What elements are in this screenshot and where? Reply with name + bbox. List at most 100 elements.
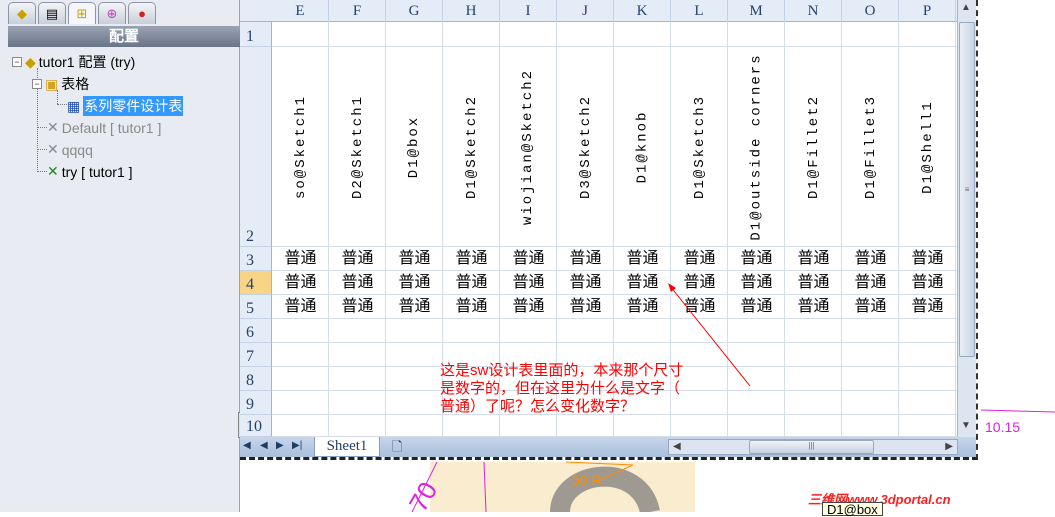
column-header-N[interactable]: N [785,0,842,22]
last-sheet-icon[interactable]: ▶| [292,440,302,451]
column-header-G[interactable]: G [386,0,443,22]
parameter-header-cell[interactable]: D1@outside corners [728,48,785,246]
table-cell[interactable]: 普通 [728,295,785,319]
table-cell[interactable]: 普通 [614,247,671,271]
parameter-header-cell[interactable]: D3@Sketch2 [557,48,614,246]
parameter-header-cell[interactable]: D1@box [386,48,443,246]
tree-design-table[interactable]: ▦ 系列零件设计表 [67,96,184,116]
column-header-O[interactable]: O [842,0,899,22]
table-cell[interactable]: 普通 [329,247,386,271]
collapse-toggle[interactable]: − [32,79,42,89]
table-cell[interactable]: 普通 [500,295,557,319]
table-cell[interactable]: 普通 [386,247,443,271]
row-header-3[interactable]: 3 [240,247,272,271]
table-cell[interactable]: 普通 [557,271,614,295]
display-manager-tab[interactable]: ● [128,2,156,24]
column-header-E[interactable]: E [272,0,329,22]
next-sheet-icon[interactable]: ▶ [276,440,284,451]
column-header-K[interactable]: K [614,0,671,22]
vertical-scrollbar[interactable]: ▲ ≡ ▼ [957,0,976,437]
parameter-header-cell[interactable]: D1@Shell1 [899,48,956,246]
row-header-7[interactable]: 7 [240,343,272,367]
table-cell[interactable]: 普通 [842,295,899,319]
prev-sheet-icon[interactable]: ◀ [260,440,268,451]
table-cell[interactable]: 普通 [671,295,728,319]
vertical-scroll-thumb[interactable]: ≡ [959,22,975,357]
parameter-header-cell[interactable]: D1@Fillet2 [785,48,842,246]
tables-label: 表格 [61,76,90,92]
table-cell[interactable]: 普通 [272,295,329,319]
table-cell[interactable]: 普通 [443,295,500,319]
feature-manager-tab[interactable]: ◆ [8,2,36,24]
parameter-header-cell[interactable]: D1@Fillet3 [842,48,899,246]
column-header-I[interactable]: I [500,0,557,22]
table-cell[interactable]: 普通 [443,271,500,295]
table-cell[interactable]: 普通 [557,247,614,271]
table-cell[interactable]: 普通 [728,271,785,295]
table-cell[interactable]: 普通 [329,295,386,319]
column-header-P[interactable]: P [899,0,956,22]
parameter-header-cell[interactable]: wiojian@Sketch2 [500,48,557,246]
table-cell[interactable]: 普通 [272,271,329,295]
configuration-manager-tab[interactable]: ⊞ [68,2,96,24]
tree-config-default[interactable]: ✕ Default [ tutor1 ] [47,119,161,136]
column-header-M[interactable]: M [728,0,785,22]
row-header-10[interactable]: 10 [240,415,272,437]
tree-config-try[interactable]: ✕ try [ tutor1 ] [47,163,133,180]
table-cell[interactable]: 普通 [614,271,671,295]
table-cell[interactable]: 普通 [785,247,842,271]
row-header-9[interactable]: 9 [240,391,272,415]
row-header-8[interactable]: 8 [240,367,272,391]
table-cell[interactable]: 普通 [842,247,899,271]
horizontal-scroll-thumb[interactable]: ||| [749,440,874,454]
table-cell[interactable]: 普通 [671,247,728,271]
dimxpert-manager-tab[interactable]: ⊕ [98,2,126,24]
scroll-left-icon[interactable]: ◀ [673,441,681,452]
tree-config-qqqq[interactable]: ✕ qqqq [47,141,93,158]
row-header-2[interactable]: 2 [240,47,272,247]
table-cell[interactable]: 普通 [329,271,386,295]
column-header-H[interactable]: H [443,0,500,22]
row-header-5[interactable]: 5 [240,295,272,319]
table-cell[interactable]: 普通 [899,247,956,271]
row-header-1[interactable]: 1 [240,22,272,47]
scroll-right-icon[interactable]: ▶ [945,441,953,452]
property-manager-tab[interactable]: ▤ [38,2,66,24]
parameter-header-cell[interactable]: D1@knob [614,48,671,246]
table-cell[interactable]: 普通 [614,295,671,319]
column-header-L[interactable]: L [671,0,728,22]
row-header-4[interactable]: 4 [240,271,272,295]
first-sheet-icon[interactable]: ◀ [243,440,251,451]
horizontal-scrollbar[interactable]: ◀ ||| ▶ [668,439,958,455]
table-cell[interactable]: 普通 [785,295,842,319]
parameter-header-cell[interactable]: so@Sketch1 [272,48,329,246]
table-cell[interactable]: 普通 [899,271,956,295]
panel-title: 配置 [8,26,240,47]
table-cell[interactable]: 普通 [728,247,785,271]
tree-tables-folder[interactable]: − ▣ 表格 [32,74,89,94]
table-cell[interactable]: 普通 [500,271,557,295]
crosshair-icon: ⊕ [106,5,118,21]
collapse-toggle[interactable]: − [12,57,22,67]
column-header-F[interactable]: F [329,0,386,22]
table-cell[interactable]: 普通 [557,295,614,319]
table-cell[interactable]: 普通 [443,247,500,271]
insert-sheet-icon[interactable]: 🗋 [392,438,402,457]
table-cell[interactable]: 普通 [386,271,443,295]
table-cell[interactable]: 普通 [272,247,329,271]
parameter-header-cell[interactable]: D2@Sketch1 [329,48,386,246]
table-cell[interactable]: 普通 [785,271,842,295]
row-header-6[interactable]: 6 [240,319,272,343]
parameter-header-cell[interactable]: D1@Sketch3 [671,48,728,246]
table-cell[interactable]: 普通 [842,271,899,295]
parameter-header-cell[interactable]: D1@Sketch2 [443,48,500,246]
table-cell[interactable]: 普通 [671,271,728,295]
column-header-J[interactable]: J [557,0,614,22]
table-cell[interactable]: 普通 [899,295,956,319]
tree-root[interactable]: − ◆ tutor1 配置 (try) [12,52,135,72]
sheet-tab[interactable]: Sheet1 [314,437,380,457]
scroll-down-icon[interactable]: ▼ [961,420,971,431]
table-cell[interactable]: 普通 [500,247,557,271]
table-cell[interactable]: 普通 [386,295,443,319]
scroll-up-icon[interactable]: ▲ [961,2,971,13]
